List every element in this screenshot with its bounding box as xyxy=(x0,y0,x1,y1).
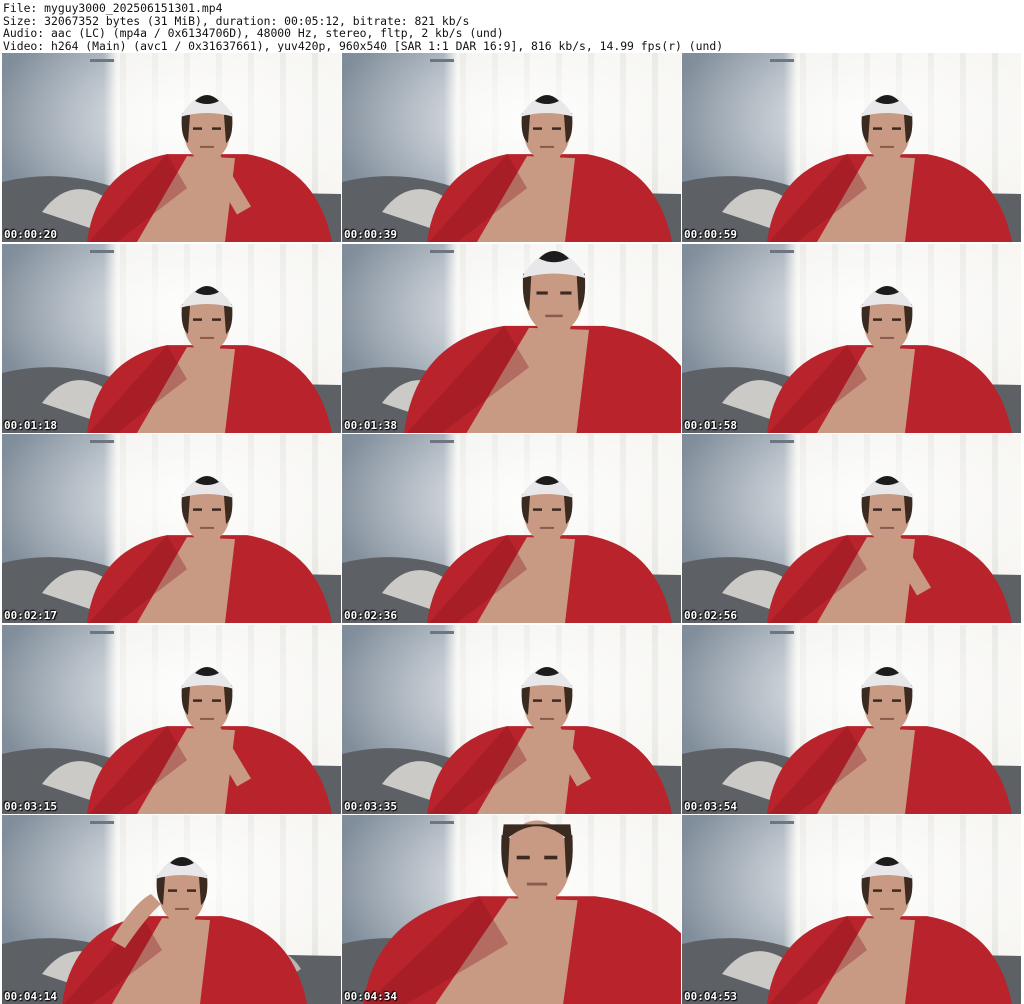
video-line: Video: h264 (Main) (avc1 / 0x31637661), … xyxy=(3,38,724,52)
video-thumbnail: 00:03:35 xyxy=(342,624,681,814)
timestamp-label: 00:02:56 xyxy=(684,609,737,622)
thumbnail-grid: 00:00:20 00:00:39 00:00:59 00:01:18 00:0… xyxy=(2,53,1022,1004)
timestamp-label: 00:03:54 xyxy=(684,799,737,813)
timestamp-label: 00:01:58 xyxy=(684,418,737,432)
frame-image xyxy=(2,624,341,814)
frame-image xyxy=(342,53,681,242)
frame-image xyxy=(2,434,341,623)
video-thumbnail: 00:02:17 xyxy=(2,434,341,623)
video-thumbnail: 00:02:36 xyxy=(342,434,681,623)
timestamp-label: 00:02:17 xyxy=(4,609,57,622)
frame-image xyxy=(342,624,681,814)
video-thumbnail: 00:04:34 xyxy=(342,815,681,1004)
timestamp-label: 00:03:35 xyxy=(344,799,397,813)
video-thumbnail: 00:04:14 xyxy=(2,815,341,1004)
video-thumbnail: 00:02:56 xyxy=(682,434,1021,623)
timestamp-label: 00:03:15 xyxy=(4,799,57,813)
file-info-header: File: myguy3000_202506151301.mp4 Size: 3… xyxy=(3,2,1021,52)
frame-image xyxy=(682,53,1021,242)
timestamp-label: 00:04:34 xyxy=(344,990,397,1003)
video-thumbnail: 00:01:38 xyxy=(342,243,681,433)
timestamp-label: 00:01:18 xyxy=(4,418,57,432)
frame-image xyxy=(682,434,1021,623)
timestamp-label: 00:01:38 xyxy=(344,418,397,432)
frame-image xyxy=(342,243,681,433)
video-thumbnail: 00:01:58 xyxy=(682,243,1021,433)
video-thumbnail: 00:00:20 xyxy=(2,53,341,242)
video-thumbnail: 00:03:54 xyxy=(682,624,1021,814)
frame-image xyxy=(682,815,1021,1004)
frame-image xyxy=(342,815,681,1004)
timestamp-label: 00:02:36 xyxy=(344,609,397,622)
video-thumbnail: 00:00:59 xyxy=(682,53,1021,242)
timestamp-label: 00:04:53 xyxy=(684,990,737,1003)
video-thumbnail: 00:03:15 xyxy=(2,624,341,814)
frame-image xyxy=(2,815,341,1004)
frame-image xyxy=(682,624,1021,814)
timestamp-label: 00:04:14 xyxy=(4,990,57,1003)
file-name-line: File: myguy3000_202506151301.mp4 xyxy=(3,2,223,15)
timestamp-label: 00:00:59 xyxy=(684,228,737,241)
frame-image xyxy=(342,434,681,623)
video-thumbnail: 00:00:39 xyxy=(342,53,681,242)
video-thumbnail: 00:01:18 xyxy=(2,243,341,433)
audio-line: Audio: aac (LC) (mp4a / 0x6134706D), 480… xyxy=(3,26,504,40)
frame-image xyxy=(2,53,341,242)
timestamp-label: 00:00:39 xyxy=(344,228,397,241)
video-thumbnail: 00:04:53 xyxy=(682,815,1021,1004)
frame-image xyxy=(2,243,341,433)
frame-image xyxy=(682,243,1021,433)
timestamp-label: 00:00:20 xyxy=(4,228,57,241)
